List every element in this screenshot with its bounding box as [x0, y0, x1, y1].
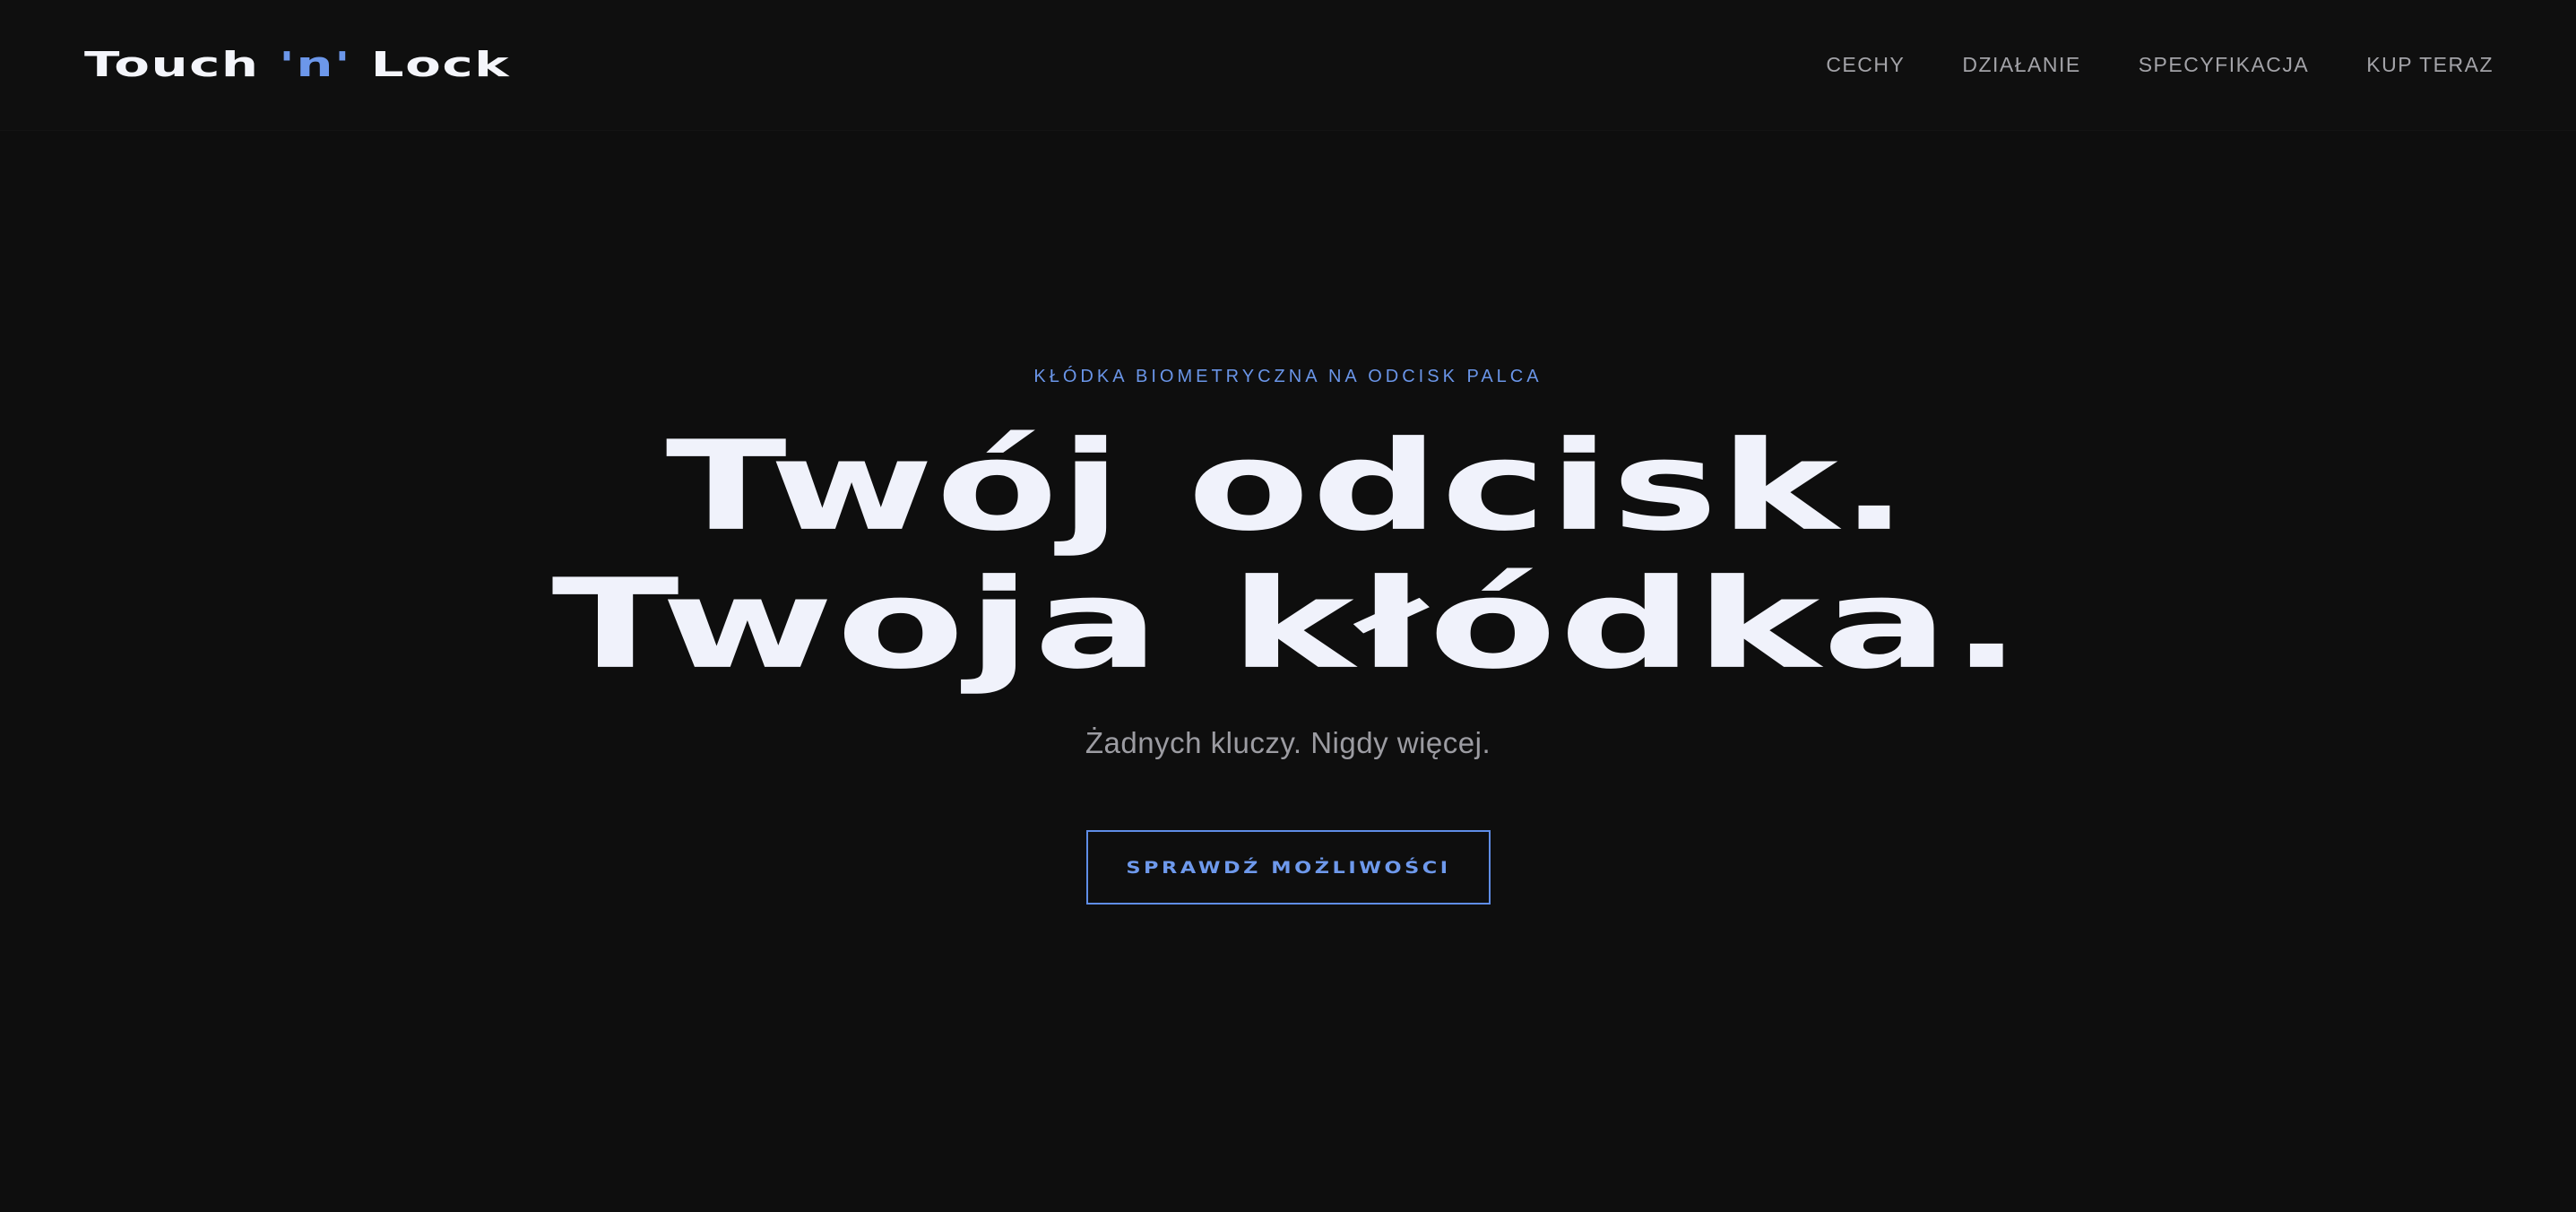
nav-link-kup-teraz[interactable]: KUP TERAZ — [2366, 53, 2494, 77]
headline-line-2: Twoja kłódka. — [0, 558, 2576, 692]
logo-text-n: 'n' — [279, 45, 352, 84]
headline-line-2-text: Twoja kłódka. — [551, 552, 2025, 697]
hero-subtitle: Żadnych kluczy. Nigdy więcej. — [1085, 726, 1491, 759]
main-nav: CECHY DZIAŁANIE SPECYFIKACJA KUP TERAZ — [1826, 47, 2494, 82]
logo-text-touch: Touch — [84, 45, 280, 84]
logo-text-lock: Lock — [351, 45, 511, 84]
headline-line-1-text: Twój odcisk. — [665, 414, 1911, 559]
explore-features-label: SPRAWDŹ MOŻLIWOŚCI — [1126, 857, 1451, 878]
nav-link-cechy[interactable]: CECHY — [1826, 53, 1905, 77]
brand-logo[interactable]: Touch 'n' Lock — [84, 41, 510, 88]
headline-line-1: Twój odcisk. — [0, 420, 2576, 554]
nav-link-dzialanie[interactable]: DZIAŁANIE — [1962, 53, 2080, 77]
nav-link-specyfikacja[interactable]: SPECYFIKACJA — [2139, 53, 2310, 77]
hero-section: KŁÓDKA BIOMETRYCZNA NA ODCISK PALCA Twój… — [0, 131, 2576, 1212]
hero-eyebrow: KŁÓDKA BIOMETRYCZNA NA ODCISK PALCA — [1033, 367, 1543, 386]
site-header: Touch 'n' Lock CECHY DZIAŁANIE SPECYFIKA… — [0, 0, 2576, 131]
explore-features-button[interactable]: SPRAWDŹ MOŻLIWOŚCI — [1086, 830, 1491, 905]
